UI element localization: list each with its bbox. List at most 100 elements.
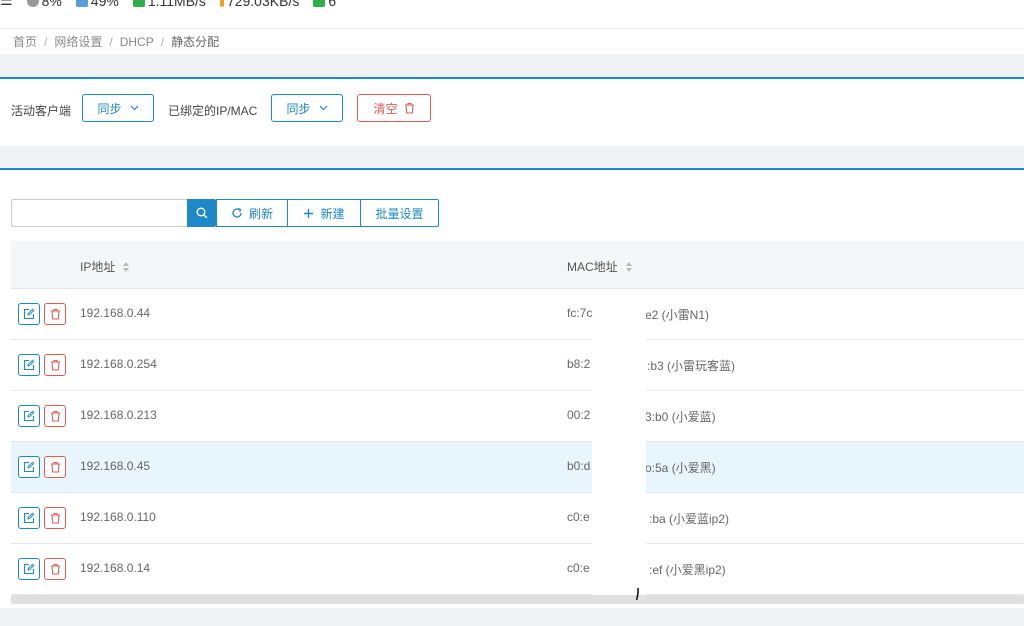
trash-icon (50, 308, 60, 320)
breadcrumb-current: 静态分配 (171, 35, 220, 49)
chevron-down-icon (130, 105, 138, 111)
edit-icon (23, 563, 35, 575)
clear-button[interactable]: 清空 (357, 94, 431, 122)
trash-icon (50, 563, 60, 575)
breadcrumb-network[interactable]: 网络设置 (54, 33, 102, 50)
cpu-usage: 8% (26, 0, 62, 9)
new-label: 新建 (320, 206, 345, 221)
trash-icon (50, 461, 60, 473)
mac-cell: b0:d (567, 459, 591, 473)
online-users: 6 (313, 0, 336, 9)
breadcrumb-separator: / (109, 34, 113, 49)
clear-label: 清空 (373, 101, 398, 116)
status-bar: ☰ 8% 49% 1.11MB/s 729.03KB/s 6 (0, 0, 1024, 28)
edit-icon (23, 512, 35, 524)
upload-rate: 729.03KB/s (219, 0, 300, 9)
trash-icon (404, 102, 414, 114)
search-button[interactable] (187, 199, 216, 227)
download-rate: 1.11MB/s (132, 0, 206, 9)
edit-icon (23, 359, 35, 371)
delete-button[interactable] (44, 354, 66, 376)
refresh-icon (232, 207, 242, 218)
edit-button[interactable] (18, 354, 40, 376)
users-value: 6 (328, 0, 337, 9)
filter-panel: 活动客户端 同步 已绑定的IP/MAC 同步 清空 (0, 77, 1024, 146)
ip-cell: 192.168.0.45 (80, 459, 151, 473)
table-header: IP地址 MAC地址 (11, 241, 1024, 289)
arrow-down-icon (132, 0, 145, 7)
mac-cell: 00:2 (567, 408, 591, 422)
mac-cell-suffix: 3:b0 (小爱蓝) (645, 410, 716, 424)
text-cursor-icon (636, 588, 639, 600)
delete-button[interactable] (44, 456, 66, 478)
mac-cell-suffix: o:5a (小爱黑) (645, 461, 716, 475)
breadcrumb-separator: / (44, 34, 48, 49)
bound-sync-dropdown[interactable]: 同步 (271, 94, 343, 122)
mac-cell: b8:2 (567, 357, 591, 371)
column-ip[interactable]: IP地址 (80, 258, 130, 275)
active-clients-sync-dropdown[interactable]: 同步 (82, 94, 154, 122)
active-clients-label: 活动客户端 (11, 104, 72, 118)
delete-button[interactable] (44, 303, 66, 325)
search-input[interactable] (11, 199, 187, 227)
mac-cell-suffix: :ba (小爱蓝ip2) (649, 512, 730, 526)
edit-button[interactable] (18, 456, 40, 478)
table-row[interactable]: 192.168.0.44 fc:7c e2 (小雷N1) (11, 289, 1024, 340)
trash-icon (50, 410, 60, 422)
static-lease-panel: 刷新 新建 批量设置 IP地址 MAC地址 192.168.0.44 fc:7c… (0, 168, 1024, 608)
ip-cell: 192.168.0.254 (80, 357, 157, 371)
search-icon (196, 207, 207, 219)
new-button[interactable]: 新建 (287, 199, 361, 227)
bound-ipmac-label: 已绑定的IP/MAC (168, 104, 258, 118)
mac-cell-suffix: :ef (小爱黑ip2) (649, 563, 726, 577)
breadcrumb-home[interactable]: 首页 (13, 33, 37, 50)
edit-button[interactable] (18, 405, 40, 427)
menu-icon[interactable]: ☰ (0, 0, 13, 9)
trash-icon (50, 359, 60, 371)
edit-button[interactable] (18, 507, 40, 529)
edit-icon (23, 308, 35, 320)
refresh-label: 刷新 (248, 206, 273, 221)
batch-settings-button[interactable]: 批量设置 (360, 199, 439, 227)
ip-cell: 192.168.0.14 (80, 561, 151, 575)
horizontal-scrollbar[interactable] (11, 595, 1024, 604)
table-row[interactable]: 192.168.0.213 00:2 3:b0 (小爱蓝) (11, 391, 1024, 442)
edit-button[interactable] (18, 303, 40, 325)
mac-cell-suffix: :b3 (小雷玩客蓝) (647, 359, 736, 373)
sort-icon[interactable] (625, 261, 632, 272)
bound-sync-label: 同步 (286, 101, 311, 116)
active-clients-sync-label: 同步 (97, 101, 122, 116)
table-row[interactable]: 192.168.0.14 c0:e :ef (小爱黑ip2) (11, 544, 1024, 595)
column-mac[interactable]: MAC地址 (567, 258, 632, 275)
table-row[interactable]: 192.168.0.254 b8:2 :b3 (小雷玩客蓝) (11, 340, 1024, 391)
plus-icon (304, 208, 314, 218)
mac-cell: fc:7c (567, 306, 593, 320)
cpu-value: 8% (41, 0, 62, 9)
sort-icon[interactable] (123, 261, 130, 272)
mac-cell: c0:e (567, 561, 590, 575)
upload-value: 729.03KB/s (226, 0, 300, 9)
delete-button[interactable] (44, 405, 66, 427)
table-row[interactable]: 192.168.0.110 c0:e :ba (小爱蓝ip2) (11, 493, 1024, 544)
download-value: 1.11MB/s (147, 0, 206, 9)
breadcrumb: 首页 / 网络设置 / DHCP / 静态分配 (0, 28, 1024, 54)
chevron-down-icon (319, 105, 327, 111)
delete-button[interactable] (44, 558, 66, 580)
edit-icon (23, 410, 35, 422)
breadcrumb-dhcp[interactable]: DHCP (120, 35, 154, 49)
redaction-overlay (592, 300, 646, 600)
mac-cell: c0:e (567, 510, 590, 524)
arrow-up-icon (219, 0, 224, 7)
trash-icon (50, 512, 60, 524)
table-row[interactable]: 192.168.0.45 b0:d o:5a (小爱黑) (11, 442, 1024, 493)
edit-button[interactable] (18, 558, 40, 580)
batch-settings-label: 批量设置 (375, 206, 424, 221)
ip-cell: 192.168.0.213 (80, 408, 157, 422)
delete-button[interactable] (44, 507, 66, 529)
memory-usage: 49% (75, 0, 119, 9)
ip-cell: 192.168.0.110 (80, 510, 156, 524)
mac-cell-suffix: e2 (小雷N1) (645, 308, 710, 322)
monitor-icon (313, 0, 326, 7)
refresh-button[interactable]: 刷新 (216, 199, 288, 227)
edit-icon (23, 461, 35, 473)
